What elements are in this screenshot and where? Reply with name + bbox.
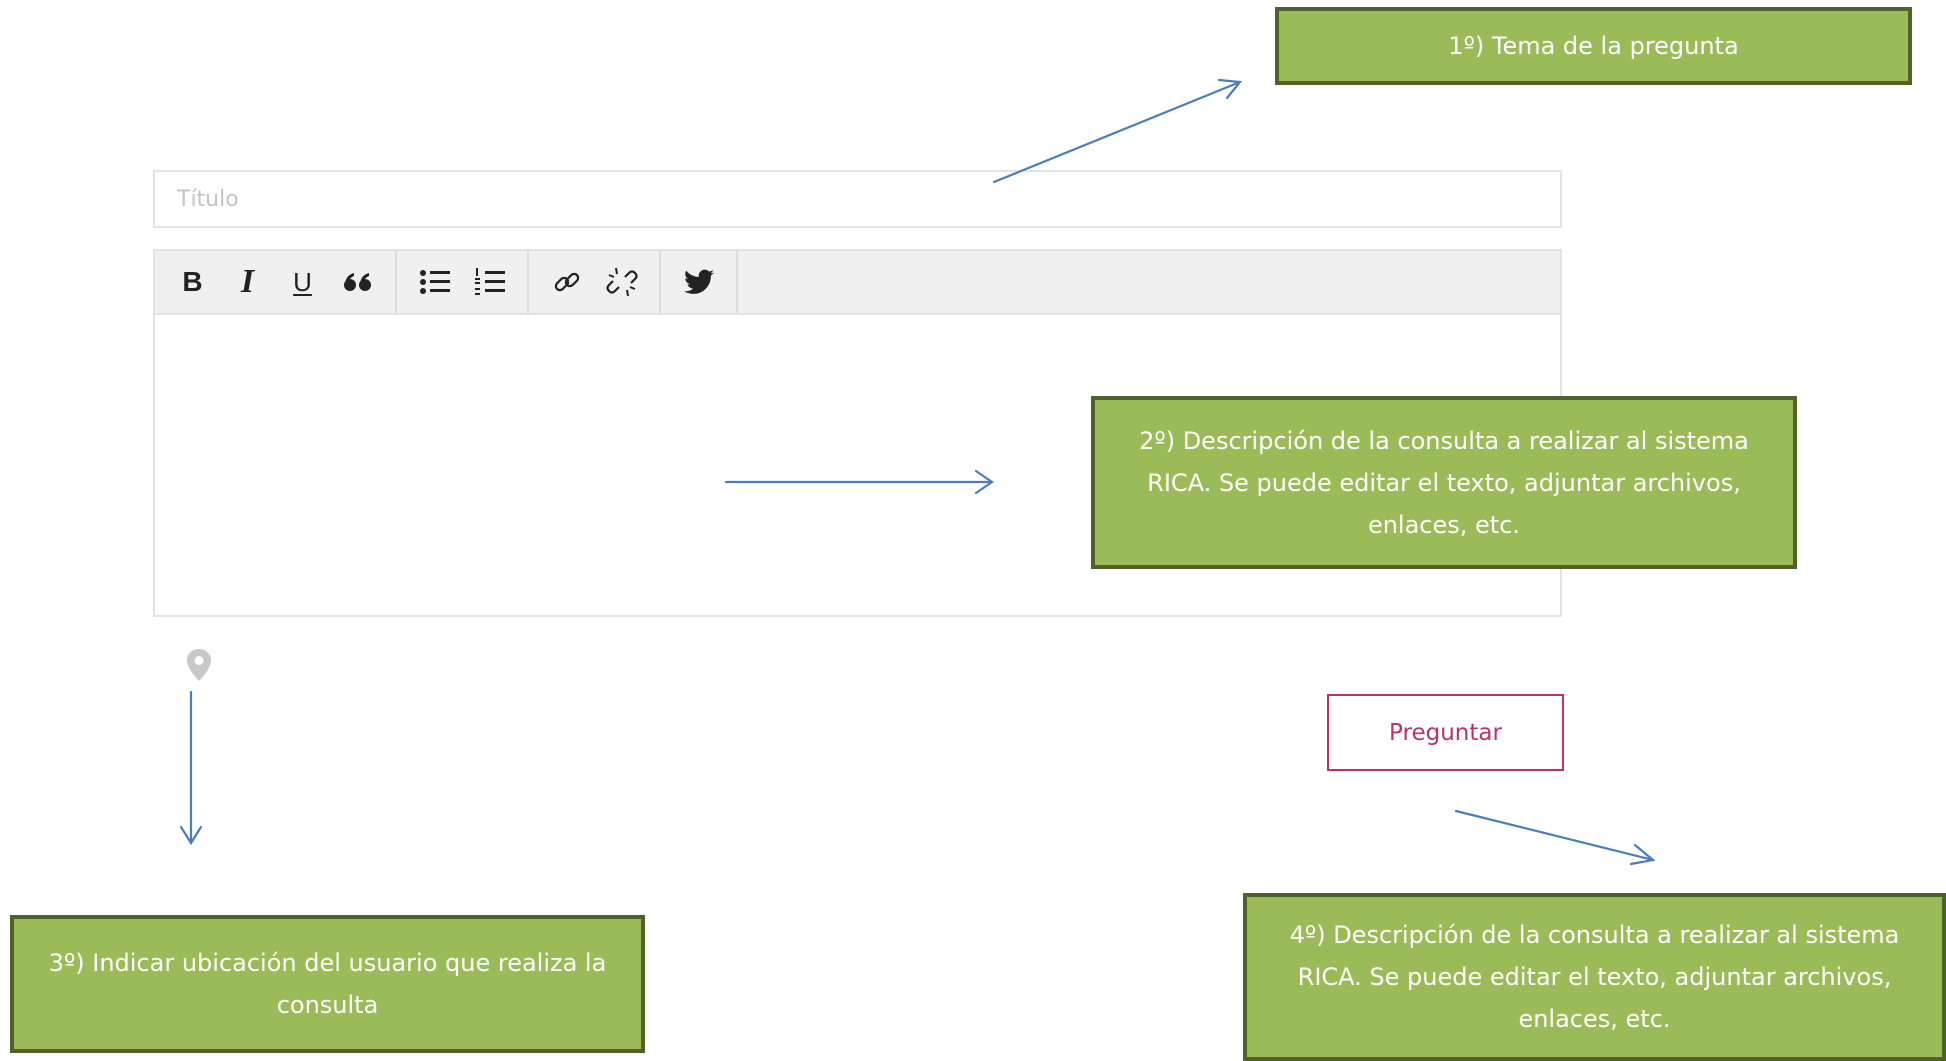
location-pin-icon[interactable] — [186, 648, 212, 682]
twitter-button[interactable] — [671, 259, 726, 305]
ask-button[interactable]: Preguntar — [1327, 694, 1564, 771]
bulleted-list-icon — [419, 270, 450, 294]
callout-step-3-text: 3º) Indicar ubicación del usuario que re… — [48, 949, 607, 1019]
callout-step-4: 4º) Descripción de la consulta a realiza… — [1243, 893, 1946, 1061]
unlink-button[interactable] — [594, 259, 649, 305]
numbered-list-icon — [474, 268, 505, 295]
callout-step-1: 1º) Tema de la pregunta — [1275, 7, 1912, 85]
unlink-icon — [605, 267, 638, 297]
arrow-from-ask-button — [1454, 809, 1656, 866]
bold-button[interactable]: B — [165, 259, 220, 305]
numbered-list-button[interactable] — [462, 259, 517, 305]
italic-button[interactable]: I — [220, 259, 275, 305]
callout-step-4-text: 4º) Descripción de la consulta a realiza… — [1289, 921, 1900, 1033]
underline-icon: U — [293, 266, 312, 297]
callout-step-2: 2º) Descripción de la consulta a realiza… — [1091, 396, 1797, 569]
arrow-to-title — [992, 78, 1243, 184]
callout-step-2-text: 2º) Descripción de la consulta a realiza… — [1139, 426, 1749, 539]
twitter-icon — [683, 269, 714, 294]
quote-icon — [343, 273, 371, 291]
italic-icon: I — [240, 263, 255, 300]
link-icon — [554, 272, 579, 292]
editor-toolbar: B I U — [155, 251, 1560, 315]
bold-icon: B — [182, 266, 203, 297]
arrow-from-location — [179, 690, 203, 846]
title-input[interactable] — [153, 170, 1562, 228]
underline-button[interactable]: U — [275, 259, 330, 305]
blockquote-button[interactable] — [330, 259, 385, 305]
callout-step-1-text: 1º) Tema de la pregunta — [1448, 32, 1739, 60]
toolbar-group-lists — [397, 251, 529, 313]
toolbar-group-social — [661, 251, 738, 313]
bulleted-list-button[interactable] — [407, 259, 462, 305]
link-button[interactable] — [539, 259, 594, 305]
toolbar-group-format: B I U — [155, 251, 397, 313]
callout-step-3: 3º) Indicar ubicación del usuario que re… — [10, 915, 645, 1053]
toolbar-group-links — [529, 251, 661, 313]
